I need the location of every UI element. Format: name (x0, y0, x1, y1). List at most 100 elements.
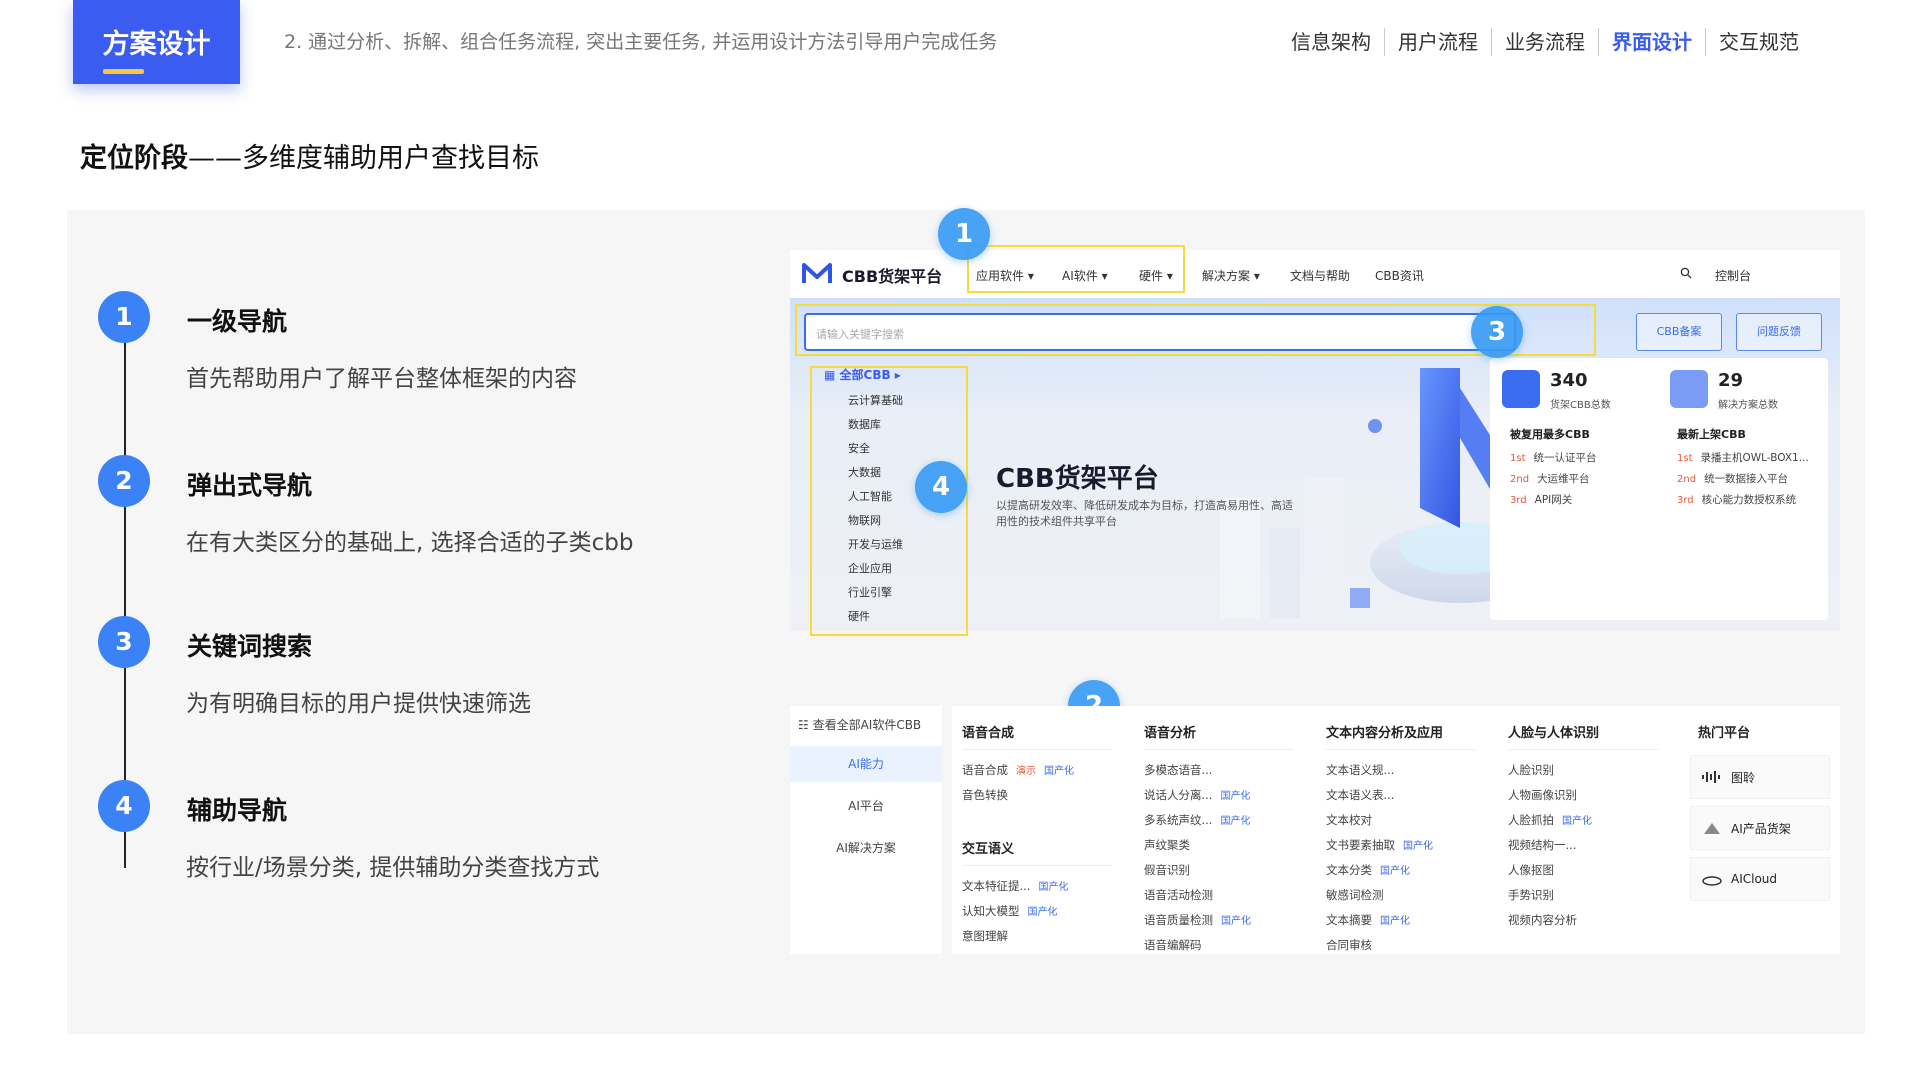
menu-item-label: 手势识别 (1508, 888, 1554, 902)
section-tab[interactable]: 方案设计 (73, 0, 240, 84)
menu-item-label: 说话人分离... (1144, 788, 1213, 802)
section-title: 定位阶段——多维度辅助用户查找目标 (80, 136, 539, 175)
domestic-tag: 国产化 (1403, 841, 1433, 852)
menu-item[interactable]: 视频内容分析 (1508, 908, 1658, 933)
tab-ai-platform[interactable]: AI平台 (790, 788, 942, 824)
step-title: 辅助导航 (187, 796, 288, 825)
cbb-count-icon (1502, 370, 1540, 408)
mock-logo-text: CBB货架平台 (842, 267, 943, 286)
cbb-record-button[interactable]: CBB备案 (1636, 313, 1722, 351)
menu-item[interactable]: 文书要素抽取 国产化 (1326, 833, 1476, 858)
section-title-bold: 定位阶段 (80, 143, 188, 174)
hot-platforms-title: 热门平台 (1698, 726, 1751, 741)
hot-item[interactable]: AICloud (1690, 857, 1830, 901)
cloud-icon (1702, 876, 1722, 886)
menu-item[interactable]: 文本分类 国产化 (1326, 858, 1476, 883)
highlight-primary-nav (967, 245, 1185, 293)
menu-left-panel: ☷ 查看全部AI软件CBB AI能力 AI平台 AI解决方案 (790, 706, 942, 954)
tab-ai-capability[interactable]: AI能力 (790, 746, 942, 782)
badge-4: 4 (915, 461, 967, 513)
section-tab-label: 方案设计 (102, 29, 211, 60)
mock-console-link[interactable]: 控制台 (1715, 267, 1751, 284)
menu-item-label: 人脸识别 (1508, 763, 1554, 777)
menu-item-label: 声纹聚类 (1144, 838, 1190, 852)
menu-item[interactable]: 人脸识别 (1508, 758, 1658, 783)
menu-item[interactable]: 文本校对 (1326, 808, 1476, 833)
nav-ui-design[interactable]: 界面设计 (1598, 28, 1705, 56)
stat-cbb-count: 340 (1550, 370, 1588, 391)
nav-interaction-spec[interactable]: 交互规范 (1705, 28, 1812, 56)
domestic-tag: 国产化 (1380, 916, 1410, 927)
menu-item-label: 文本语义规... (1326, 763, 1395, 777)
nav-info-architecture[interactable]: 信息架构 (1278, 28, 1384, 56)
menu-item[interactable]: 语音编解码 (1144, 933, 1294, 958)
menu-item[interactable]: 说话人分离... 国产化 (1144, 783, 1294, 808)
menu-item[interactable]: 语音合成 演示 国产化 (962, 758, 1112, 783)
domestic-tag: 国产化 (1220, 791, 1251, 802)
menu-item-label: 多模态语音... (1144, 763, 1213, 777)
menu-item[interactable]: 手势识别 (1508, 883, 1658, 908)
cbb-logo-icon (802, 263, 832, 283)
nav-business-flow[interactable]: 业务流程 (1491, 28, 1598, 56)
rank-row[interactable]: 3rd API网关 (1510, 492, 1572, 507)
rank-row[interactable]: 3rd 核心能力数授权系统 (1677, 492, 1796, 507)
menu-item[interactable]: 人脸抓拍 国产化 (1508, 808, 1658, 833)
menu-item[interactable]: 人物画像识别 (1508, 783, 1658, 808)
menu-item[interactable]: 人像抠图 (1508, 858, 1658, 883)
rank-name: 大运维平台 (1537, 473, 1590, 485)
menu-item[interactable]: 语音活动检测 (1144, 883, 1294, 908)
feedback-button[interactable]: 问题反馈 (1736, 313, 1822, 351)
rank-row[interactable]: 1st 统一认证平台 (1510, 450, 1597, 465)
menu-item-label: 多系统声纹... (1144, 813, 1213, 827)
menu-item[interactable]: 文本摘要 国产化 (1326, 908, 1476, 933)
menu-item[interactable]: 多模态语音... (1144, 758, 1294, 783)
hot-item[interactable]: 图聆 (1690, 755, 1830, 799)
domestic-tag: 国产化 (1044, 766, 1074, 777)
rank-num: 3rd (1510, 495, 1527, 506)
mock-nav-solutions[interactable]: 解决方案 ▾ (1202, 267, 1260, 284)
mock-nav-docs[interactable]: 文档与帮助 (1290, 267, 1350, 284)
nav-user-flow[interactable]: 用户流程 (1384, 28, 1491, 56)
search-icon[interactable] (1680, 267, 1692, 279)
menu-item[interactable]: 意图理解 (962, 924, 1112, 949)
hero-title: CBB货架平台 (996, 464, 1159, 494)
menu-item[interactable]: 视频结构一... (1508, 833, 1658, 858)
menu-item[interactable]: 假音识别 (1144, 858, 1294, 883)
domestic-tag: 国产化 (1038, 882, 1069, 893)
step-desc: 首先帮助用户了解平台整体框架的内容 (186, 366, 577, 392)
menu-item[interactable]: 声纹聚类 (1144, 833, 1294, 858)
menu-item-label: 文本语义表... (1326, 788, 1395, 802)
tab-ai-solution[interactable]: AI解决方案 (790, 830, 942, 866)
rank-name: 统一数据接入平台 (1704, 473, 1789, 485)
menu-column-speech-analysis: 语音分析 多模态语音... 说话人分离... 国产化 多系统声纹... 国产化 声纹… (1144, 722, 1294, 958)
hot-item[interactable]: AI产品货架 (1690, 806, 1830, 850)
stat-solution-label: 解决方案总数 (1718, 400, 1778, 411)
mock-nav-news[interactable]: CBB资讯 (1375, 267, 1424, 284)
menu-item[interactable]: 文本特征提... 国产化 (962, 874, 1112, 899)
waveform-icon (1702, 771, 1720, 783)
menu-item[interactable]: 音色转换 (962, 783, 1112, 808)
menu-item[interactable]: 多系统声纹... 国产化 (1144, 808, 1294, 833)
menu-item[interactable]: 合同审核 (1326, 933, 1476, 958)
view-all-ai-link[interactable]: ☷ 查看全部AI软件CBB (798, 716, 921, 733)
domestic-tag: 国产化 (1220, 816, 1251, 827)
menu-item[interactable]: 文本语义表... (1326, 783, 1476, 808)
menu-item[interactable]: 认知大模型 国产化 (962, 899, 1112, 924)
step-title: 关键词搜索 (187, 632, 313, 661)
popup-menu-screenshot: ☷ 查看全部AI软件CBB AI能力 AI平台 AI解决方案 语音合成 语音合成… (790, 706, 1840, 954)
rank-row[interactable]: 2nd 大运维平台 (1510, 471, 1590, 486)
hot-item-label: AI产品货架 (1731, 821, 1791, 836)
rank-row[interactable]: 2nd 统一数据接入平台 (1677, 471, 1788, 486)
rank-num: 2nd (1677, 474, 1697, 485)
step-number: 3 (98, 616, 150, 668)
menu-item[interactable]: 语音质量检测 国产化 (1144, 908, 1294, 933)
domestic-tag: 国产化 (1380, 866, 1410, 877)
badge-3: 3 (1471, 306, 1523, 358)
step-desc: 在有大类区分的基础上, 选择合适的子类cbb (186, 530, 634, 556)
menu-item-label: 语音合成 (962, 763, 1008, 777)
rank-row[interactable]: 1st 录播主机OWL-BOX1... (1677, 450, 1809, 465)
menu-item[interactable]: 文本语义规... (1326, 758, 1476, 783)
domestic-tag: 国产化 (1027, 907, 1058, 918)
menu-item[interactable]: 敏感词检测 (1326, 883, 1476, 908)
